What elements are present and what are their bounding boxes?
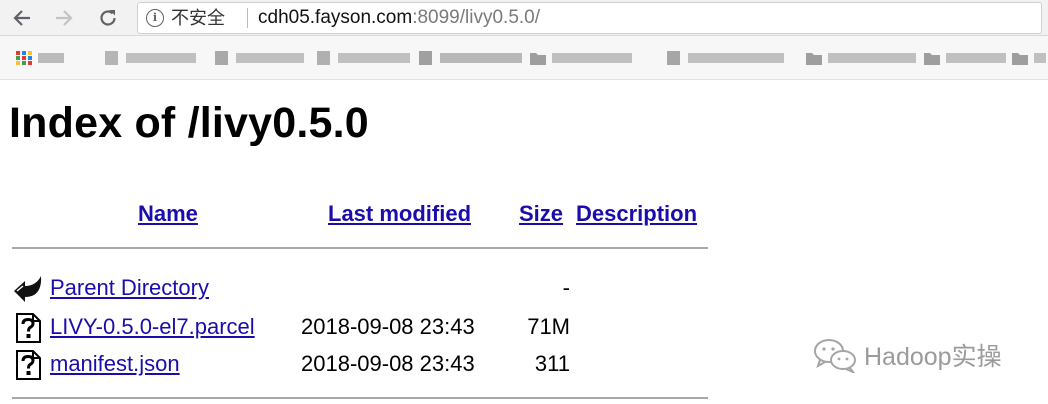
row-size: 71M (527, 314, 570, 339)
url-host: cdh05.fayson.com (258, 7, 413, 28)
bookmark-label-blurred (552, 53, 632, 63)
bookmark-label-blurred (338, 53, 410, 63)
folder-icon (1012, 53, 1028, 65)
parent-directory-link[interactable]: Parent Directory (50, 274, 209, 302)
bookmark-page-icon (105, 51, 118, 65)
file-link-livy-parcel[interactable]: LIVY-0.5.0-el7.parcel (50, 313, 255, 341)
bookmark-item[interactable] (16, 48, 64, 68)
address-divider (247, 8, 248, 28)
bookmark-label-blurred (126, 53, 196, 63)
listing-row: Parent Directory - (0, 272, 760, 304)
row-size: - (562, 275, 570, 300)
bookmark-page-icon (667, 51, 680, 65)
address-bar[interactable]: i 不安全 cdh05.fayson.com:8099/livy0.5.0/ (137, 2, 1042, 34)
bookmarks-bar (0, 36, 1048, 80)
bookmark-page-icon (215, 51, 228, 65)
insecure-label[interactable]: 不安全 (171, 7, 225, 29)
folder-icon (530, 53, 546, 65)
bookmark-item[interactable] (806, 48, 916, 68)
row-size: 311 (534, 351, 570, 376)
bookmark-item[interactable] (418, 48, 522, 68)
bookmark-label-blurred (440, 53, 522, 63)
bookmark-label-blurred (828, 53, 916, 63)
bookmark-label-blurred (946, 53, 1006, 63)
column-header-last-modified[interactable]: Last modified (328, 200, 471, 228)
browser-toolbar: i 不安全 cdh05.fayson.com:8099/livy0.5.0/ (0, 0, 1048, 36)
row-modified: 2018-09-08 23:43 (301, 351, 475, 376)
watermark-text: Hadoop实操 (864, 343, 1002, 371)
bookmark-item[interactable] (214, 48, 304, 68)
url-path: :8099/livy0.5.0/ (412, 7, 541, 28)
row-modified: 2018-09-08 23:43 (301, 314, 475, 339)
file-link-manifest[interactable]: manifest.json (50, 350, 180, 378)
forward-arrow-icon (56, 10, 73, 26)
unknown-file-icon[interactable] (12, 350, 44, 380)
unknown-file-icon[interactable] (12, 313, 44, 343)
watermark: Hadoop实操 (812, 335, 1002, 375)
bookmark-item[interactable] (530, 48, 632, 68)
bookmark-label-blurred (38, 53, 64, 63)
bookmark-label-blurred (1034, 53, 1046, 63)
bookmark-item[interactable] (104, 48, 196, 68)
bookmark-label-blurred (688, 53, 784, 63)
column-header-size[interactable]: Size (519, 200, 563, 228)
apps-grid-icon (16, 51, 32, 65)
folder-icon (806, 53, 822, 65)
reload-button[interactable] (94, 4, 122, 32)
column-header-description[interactable]: Description (576, 200, 697, 228)
column-header-name[interactable]: Name (138, 200, 198, 228)
back-arrow-nav-icon (13, 10, 30, 26)
bookmark-label-blurred (236, 53, 304, 63)
bookmark-item[interactable] (1012, 48, 1046, 68)
page-title: Index of /livy0.5.0 (9, 99, 369, 147)
divider-top (12, 247, 708, 249)
listing-row: manifest.json 2018-09-08 23:43 311 (0, 348, 760, 380)
bookmark-item[interactable] (924, 48, 1006, 68)
url-text[interactable]: cdh05.fayson.com:8099/livy0.5.0/ (258, 7, 540, 29)
back-button[interactable] (8, 4, 36, 32)
reload-icon (100, 10, 116, 26)
back-arrow-icon[interactable] (12, 274, 44, 304)
folder-icon (924, 53, 940, 65)
divider-bottom (12, 397, 708, 399)
wechat-icon (814, 339, 856, 373)
bookmark-item[interactable] (316, 48, 410, 68)
bookmark-item[interactable] (666, 48, 784, 68)
bookmark-page-icon (419, 51, 432, 65)
forward-button[interactable] (50, 4, 78, 32)
info-icon[interactable]: i (146, 9, 164, 27)
bookmark-page-icon (317, 51, 330, 65)
listing-row: LIVY-0.5.0-el7.parcel 2018-09-08 23:43 7… (0, 311, 760, 343)
